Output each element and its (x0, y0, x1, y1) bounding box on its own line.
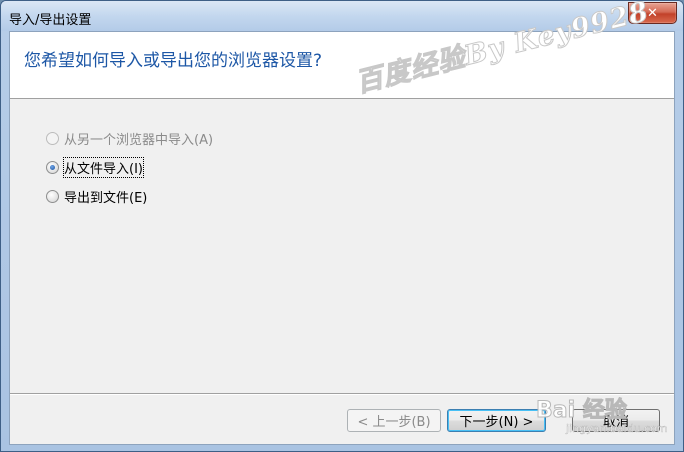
window-title: 导入/导出设置 (9, 13, 92, 28)
option-label[interactable]: 从文件导入(I) (63, 156, 144, 178)
dialog-client-area: 您希望如何导入或导出您的浏览器设置? 百度经验By Key9928 从另一个浏览… (9, 1, 675, 445)
wizard-question: 您希望如何导入或导出您的浏览器设置? (24, 51, 323, 71)
option-import-from-browser: 从另一个浏览器中导入(A) (46, 127, 213, 149)
radio-import-from-browser (46, 131, 59, 145)
option-export-to-file[interactable]: 导出到文件(E) (46, 185, 213, 207)
option-label: 从另一个浏览器中导入(A) (64, 132, 214, 148)
wizard-header: 您希望如何导入或导出您的浏览器设置? 百度经验By Key9928 (10, 1, 674, 99)
radio-export-to-file[interactable] (46, 189, 59, 203)
baidu-logo-watermark: Bai 经验 (536, 398, 628, 424)
option-import-from-file[interactable]: 从文件导入(I) (46, 156, 213, 178)
next-button[interactable]: 下一步(N) > (447, 409, 546, 432)
radio-import-from-file[interactable] (46, 160, 59, 174)
option-group: 从另一个浏览器中导入(A) 从文件导入(I) 导出到文件(E) (46, 127, 213, 214)
option-label[interactable]: 导出到文件(E) (64, 187, 147, 206)
baidu-url-watermark: jingyan.baidu.com (566, 422, 668, 435)
back-button: < 上一步(B) (347, 409, 441, 432)
dialog-window: 导入/导出设置 ✕ 您希望如何导入或导出您的浏览器设置? 百度经验By Key9… (0, 0, 684, 452)
